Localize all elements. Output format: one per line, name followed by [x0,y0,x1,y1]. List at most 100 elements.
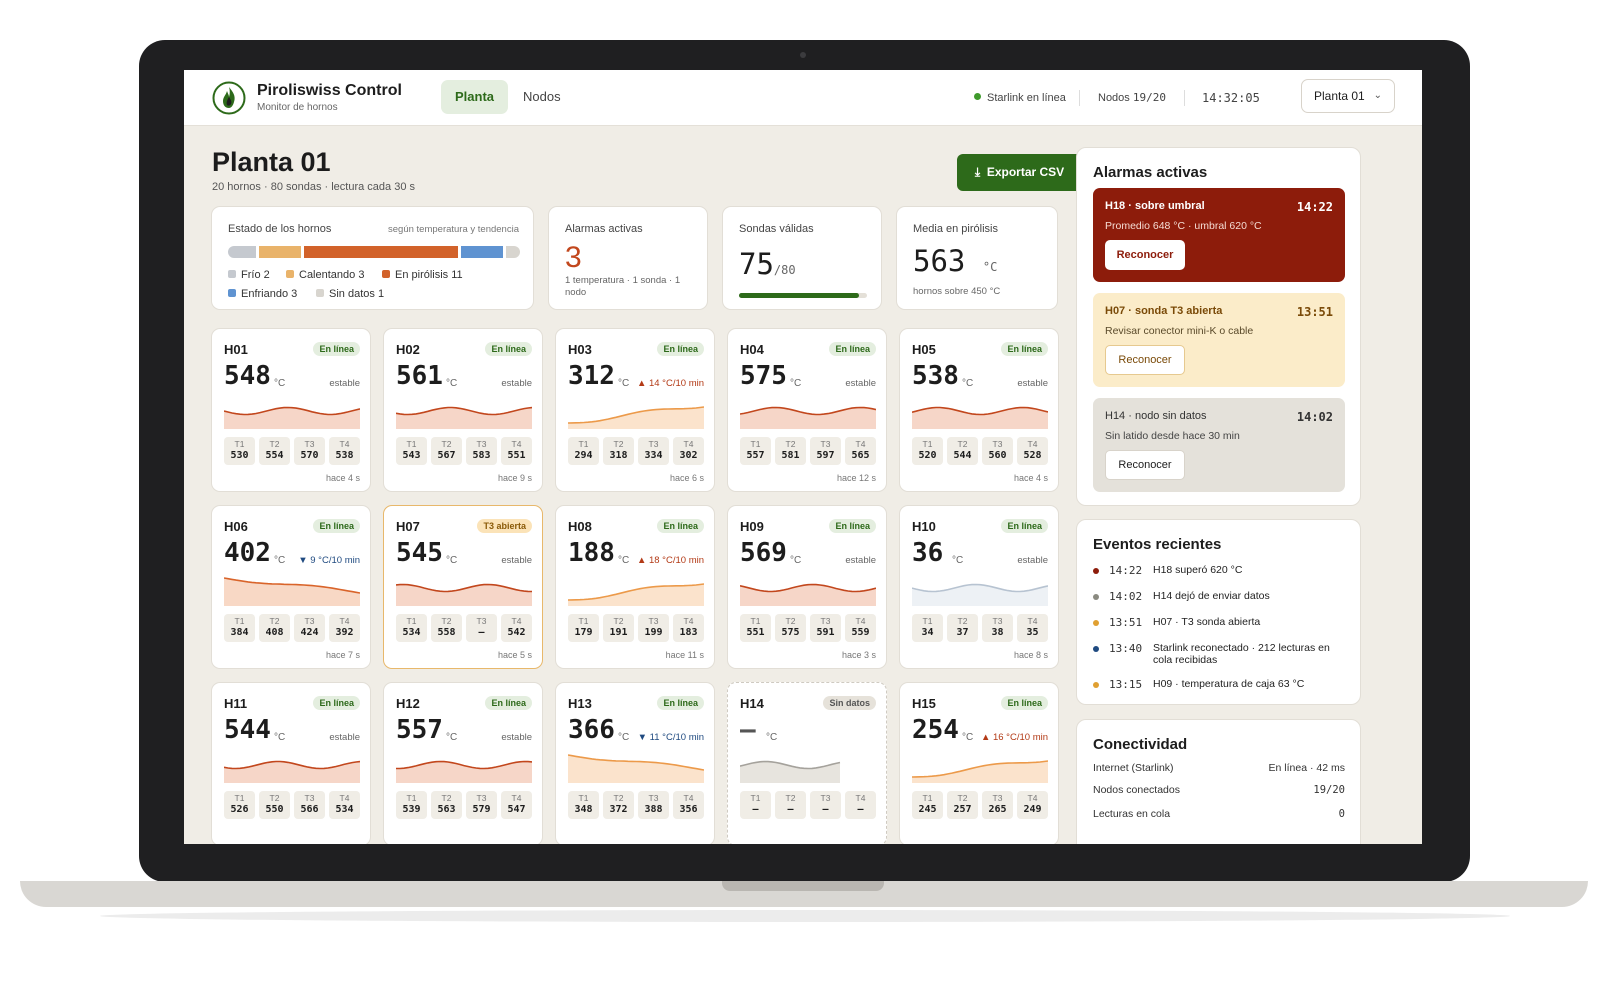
tab-planta[interactable]: Planta [441,80,509,114]
trend-label: ▼ 11 °C/10 min [637,732,704,743]
oven-card-h15[interactable]: H15 En línea 254 °C ▲ 16 °C/10 min T1 245 T2 257… [899,682,1059,844]
probe-cell: T2 558 [431,614,462,642]
legend-count: 1 [377,288,385,300]
probe-cell: T1– [740,791,771,819]
temperature-unit: °C [274,378,286,389]
event-dot-icon [1093,682,1099,688]
probe-label: T2 [785,439,796,449]
oven-name: H11 [224,696,248,711]
oven-card-h11[interactable]: H11 En línea 544 °C estable T1 526 T2 550 T3 566 T4… [211,682,371,844]
connectivity-value: 0 [1338,808,1345,820]
probe-cell: T3 424 [294,614,325,642]
probe-label: T3 [304,793,315,803]
probe-value: 34 [921,627,934,638]
mean-title: Media en pirólisis [913,223,998,235]
probe-label: T3 [476,793,487,803]
probe-cell: T1 526 [224,791,255,819]
probe-label: T2 [613,793,624,803]
probe-readings: T1 348 T2 372 T3 388 T4 356 [568,791,704,819]
temperature-unit: °C [766,732,778,743]
probe-value: 559 [851,627,870,638]
probe-label: T2 [269,793,280,803]
sparkline-area [912,584,1048,606]
probe-cell: T2 372 [603,791,634,819]
probe-readings: T1 534 T2 558 T3– T4 542 [396,614,532,642]
probe-cell: T1 530 [224,437,255,465]
probe-label: T2 [441,439,452,449]
alarms-card: Alarmas activas 3 1 temperatura · 1 sond… [548,206,708,310]
connectivity-label: Nodos conectados [1093,784,1180,796]
sparkline-area [224,761,360,783]
probe-cell: T2 191 [603,614,634,642]
page-title: Planta 01 [212,147,331,177]
probe-readings: T1 543 T2 567 T3 583 T4 551 [396,437,532,465]
legend-frio: Frío 2 [228,269,270,281]
oven-card-h04[interactable]: H04 En línea 575 °C estable T1 557 T2 581 T3 597 T4… [727,328,887,492]
probe-value: 583 [472,450,491,461]
sparkline [568,754,704,783]
status-badge: En línea [829,342,876,356]
probe-label: T1 [406,793,417,803]
legend-sin-datos: Sin datos 1 [316,288,384,300]
probe-cell: T1 245 [912,791,943,819]
probe-cell: T2 567 [431,437,462,465]
oven-temperature: 569 [740,538,787,568]
probe-value: 179 [574,627,593,638]
probe-value: 581 [781,450,800,461]
tab-nodos[interactable]: Nodos [509,80,575,114]
probe-value: 551 [507,450,526,461]
oven-card-h12[interactable]: H12 En línea 557 °C estable T1 539 T2 563 T3 579 T4… [383,682,543,844]
probe-value: 302 [679,450,698,461]
acknowledge-button[interactable]: Reconocer [1105,450,1185,480]
oven-card-h02[interactable]: H02 En línea 561 °C estable T1 543 T2 567 T3 583 T4… [383,328,543,492]
oven-card-h10[interactable]: H10 En línea 36 °C estable T1 34 T2 37 T3 38 T4 35 ha… [899,505,1059,669]
probe-cell: T3 388 [638,791,669,819]
legend-label: En pirólisis [395,269,449,281]
alarm-item: H07 · sonda T3 abierta 13:51 Revisar con… [1093,293,1345,387]
clock: 14:32:05 [1202,91,1260,105]
plant-select[interactable]: Planta 01 ⌄ [1301,79,1395,113]
mean-note: hornos sobre 450 °C [913,286,1001,297]
legend-en-pirolisis: En pirólisis 11 [382,269,463,281]
probe-cell: T1 520 [912,437,943,465]
probe-label: T3 [992,793,1003,803]
temperature-unit: °C [962,378,974,389]
oven-name: H07 [396,519,420,534]
probes-progress [739,293,867,298]
oven-card-h07[interactable]: H07 T3 abierta 545 °C estable T1 534 T2 558 T3– T4… [383,505,543,669]
acknowledge-button[interactable]: Reconocer [1105,240,1185,270]
event-time: 14:22 [1109,564,1143,577]
legend-label: Calentando [299,269,356,281]
oven-card-h05[interactable]: H05 En línea 538 °C estable T1 520 T2 544 T3 560 T4… [899,328,1059,492]
last-update: hace 8 s [1013,650,1048,660]
oven-card-h08[interactable]: H08 En línea 188 °C ▲ 18 °C/10 min T1 179 T2 191… [555,505,715,669]
probe-value: 566 [300,804,319,815]
oven-temperature: 254 [912,715,959,745]
alarm-time: 14:02 [1296,410,1333,424]
probe-cell: T2 37 [947,614,978,642]
probe-value: 199 [644,627,663,638]
probe-value: 543 [402,450,421,461]
probe-cell: T2 550 [259,791,290,819]
oven-card-h03[interactable]: H03 En línea 312 °C ▲ 14 °C/10 min T1 294 T2 318… [555,328,715,492]
probe-value: 334 [644,450,663,461]
export-csv-button[interactable]: ⤓ Exportar CSV [957,154,1082,191]
oven-card-h09[interactable]: H09 En línea 569 °C estable T1 551 T2 575 T3 591 T4… [727,505,887,669]
probe-label: T1 [922,616,933,626]
temperature-unit: °C [274,555,286,566]
acknowledge-button[interactable]: Reconocer [1105,345,1185,375]
probe-value: 597 [816,450,835,461]
probes-value: 75/80 [739,247,796,281]
probe-cell: T4 565 [845,437,876,465]
oven-card-h14[interactable]: H14 Sin datos — °C T1– T2– T3– T4– [727,682,887,844]
oven-temperature: 538 [912,361,959,391]
probe-label: T1 [234,616,245,626]
probe-cell: T2– [775,791,806,819]
probe-value: 565 [851,450,870,461]
oven-card-h13[interactable]: H13 En línea 366 °C ▼ 11 °C/10 min T1 348 T2 372… [555,682,715,844]
oven-card-h06[interactable]: H06 En línea 402 °C ▼ 9 °C/10 min T1 384 T2 408 T… [211,505,371,669]
probe-label: T3 [476,616,487,626]
probe-value: 37 [956,627,969,638]
event-time: 14:02 [1109,590,1143,603]
oven-card-h01[interactable]: H01 En línea 548 °C estable T1 530 T2 554 T3 570 T4… [211,328,371,492]
